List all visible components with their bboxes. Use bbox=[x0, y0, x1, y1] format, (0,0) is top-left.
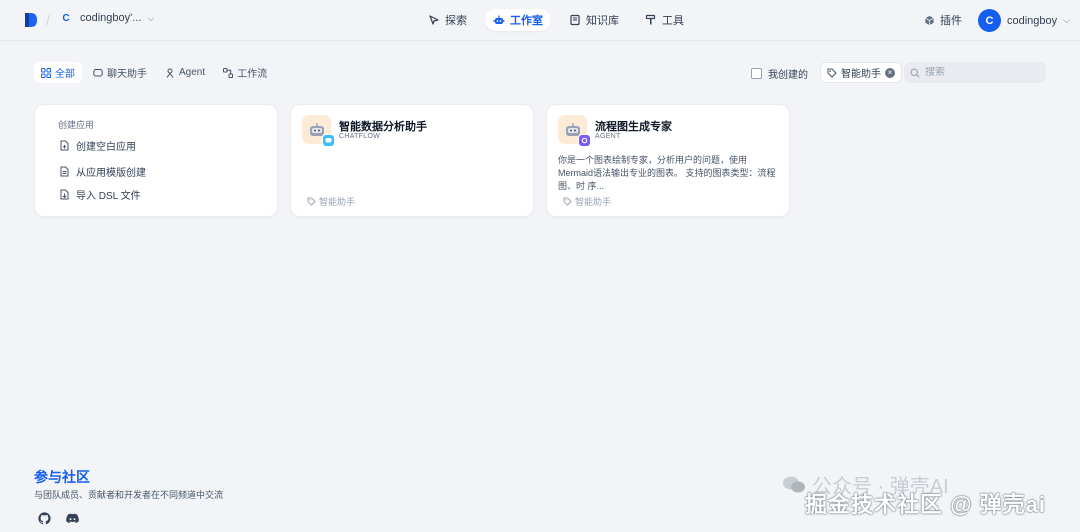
chat-icon bbox=[93, 68, 103, 76]
tag-filter-label: 智能助手 bbox=[841, 69, 881, 80]
app-description: 你是一个图表绘制专家，分析用户的问题，使用Mermaid语法输出专业的图表。 支… bbox=[558, 155, 776, 191]
tab-workflow-label: 工作流 bbox=[237, 69, 268, 80]
app-tag[interactable]: 智能助手 bbox=[307, 195, 355, 208]
search-icon bbox=[910, 67, 920, 78]
main-nav: 探索 工作室 知识库 工具 bbox=[420, 9, 692, 31]
nav-studio-label: 工作室 bbox=[510, 15, 543, 27]
tag-icon bbox=[307, 197, 316, 206]
app-icon bbox=[558, 115, 591, 147]
create-from-template-button[interactable]: 从应用模版创建 bbox=[59, 164, 146, 179]
created-by-me-label: 我创建的 bbox=[768, 70, 808, 81]
tag-icon bbox=[563, 197, 572, 206]
create-from-template-label: 从应用模版创建 bbox=[76, 168, 146, 179]
app-type-label: AGENT bbox=[595, 133, 621, 140]
tab-agent[interactable]: Agent bbox=[158, 62, 212, 83]
grid-icon bbox=[41, 67, 51, 78]
search-input[interactable] bbox=[925, 67, 1035, 78]
workspace-switcher[interactable]: C codingboy'... ⌵ bbox=[58, 10, 154, 26]
app-tag[interactable]: 智能助手 bbox=[563, 195, 611, 208]
juejin-watermark: 掘金技术社区 @ 弹壳ai bbox=[805, 492, 1047, 517]
app-tag-label: 智能助手 bbox=[575, 197, 612, 207]
top-header: / C codingboy'... ⌵ 探索 工作室 知识库 工具 插件 C c… bbox=[0, 0, 1080, 41]
workspace-name: codingboy'... bbox=[80, 12, 142, 24]
chevron-down-icon: ⌵ bbox=[147, 12, 155, 23]
workflow-icon bbox=[223, 67, 234, 78]
created-by-me-filter[interactable]: 我创建的 bbox=[751, 66, 808, 81]
tab-chat-label: 聊天助手 bbox=[107, 69, 147, 80]
import-icon bbox=[60, 189, 69, 200]
user-name: codingboy bbox=[1007, 14, 1058, 27]
community-title: 参与社区 bbox=[34, 469, 90, 485]
tag-icon bbox=[827, 68, 837, 78]
workspace-avatar: C bbox=[62, 12, 70, 24]
tab-all-label: 全部 bbox=[55, 69, 75, 80]
robot-icon bbox=[493, 15, 505, 24]
tab-workflow[interactable]: 工作流 bbox=[216, 62, 274, 83]
avatar: C bbox=[978, 9, 1001, 32]
nav-studio[interactable]: 工作室 bbox=[485, 9, 551, 31]
create-app-card: 创建应用 创建空白应用 从应用模版创建 导入 DSL 文件 bbox=[34, 104, 278, 217]
community-description: 与团队成员、贡献者和开发者在不同频道中交流 bbox=[34, 490, 224, 500]
agent-badge-icon bbox=[578, 134, 591, 147]
create-app-title: 创建应用 bbox=[58, 120, 95, 130]
app-type-tabs: 全部 聊天助手 Agent 工作流 bbox=[34, 62, 274, 83]
app-card[interactable]: 流程图生成专家 AGENT 你是一个图表绘制专家，分析用户的问题，使用Merma… bbox=[546, 104, 790, 217]
nav-explore-label: 探索 bbox=[445, 15, 467, 27]
nav-tools[interactable]: 工具 bbox=[637, 9, 692, 31]
app-name: 流程图生成专家 bbox=[595, 121, 672, 133]
tab-all[interactable]: 全部 bbox=[34, 62, 82, 83]
app-card[interactable]: 智能数据分析助手 CHATFLOW 智能助手 bbox=[290, 104, 534, 217]
cube-icon bbox=[925, 15, 934, 25]
github-icon[interactable] bbox=[38, 512, 51, 525]
tag-filter[interactable]: 智能助手 × bbox=[820, 62, 902, 83]
search-box bbox=[904, 62, 1046, 83]
file-plus-icon bbox=[60, 140, 69, 151]
app-icon bbox=[302, 115, 335, 147]
create-blank-app-button[interactable]: 创建空白应用 bbox=[59, 138, 136, 153]
explore-icon bbox=[429, 15, 439, 25]
nav-knowledge[interactable]: 知识库 bbox=[561, 9, 627, 31]
app-type-label: CHATFLOW bbox=[339, 133, 381, 140]
app-tag-label: 智能助手 bbox=[319, 197, 356, 207]
plugins-label: 插件 bbox=[940, 15, 962, 27]
import-dsl-label: 导入 DSL 文件 bbox=[76, 191, 141, 202]
dify-logo-icon[interactable] bbox=[24, 12, 38, 28]
tab-chat[interactable]: 聊天助手 bbox=[86, 62, 154, 83]
clear-tag-icon[interactable]: × bbox=[885, 67, 895, 78]
book-icon bbox=[570, 14, 580, 26]
hammer-icon bbox=[645, 14, 656, 25]
template-icon bbox=[60, 166, 69, 177]
app-name: 智能数据分析助手 bbox=[339, 121, 427, 133]
nav-tools-label: 工具 bbox=[662, 15, 684, 27]
nav-explore[interactable]: 探索 bbox=[420, 9, 475, 31]
chevron-down-icon: ⌵ bbox=[1063, 15, 1070, 25]
import-dsl-button[interactable]: 导入 DSL 文件 bbox=[59, 187, 141, 202]
user-menu[interactable]: C codingboy ⌵ bbox=[978, 9, 1070, 32]
chatflow-badge-icon bbox=[322, 134, 335, 147]
tab-agent-label: Agent bbox=[179, 67, 206, 78]
nav-knowledge-label: 知识库 bbox=[586, 15, 619, 27]
created-by-me-checkbox[interactable] bbox=[751, 68, 762, 79]
community-links bbox=[38, 512, 79, 525]
discord-icon[interactable] bbox=[66, 512, 79, 525]
create-blank-app-label: 创建空白应用 bbox=[76, 142, 136, 153]
divider: / bbox=[46, 12, 50, 28]
agent-icon bbox=[166, 68, 174, 78]
wechat-icon bbox=[783, 476, 805, 492]
plugins-button[interactable]: 插件 bbox=[924, 12, 962, 28]
